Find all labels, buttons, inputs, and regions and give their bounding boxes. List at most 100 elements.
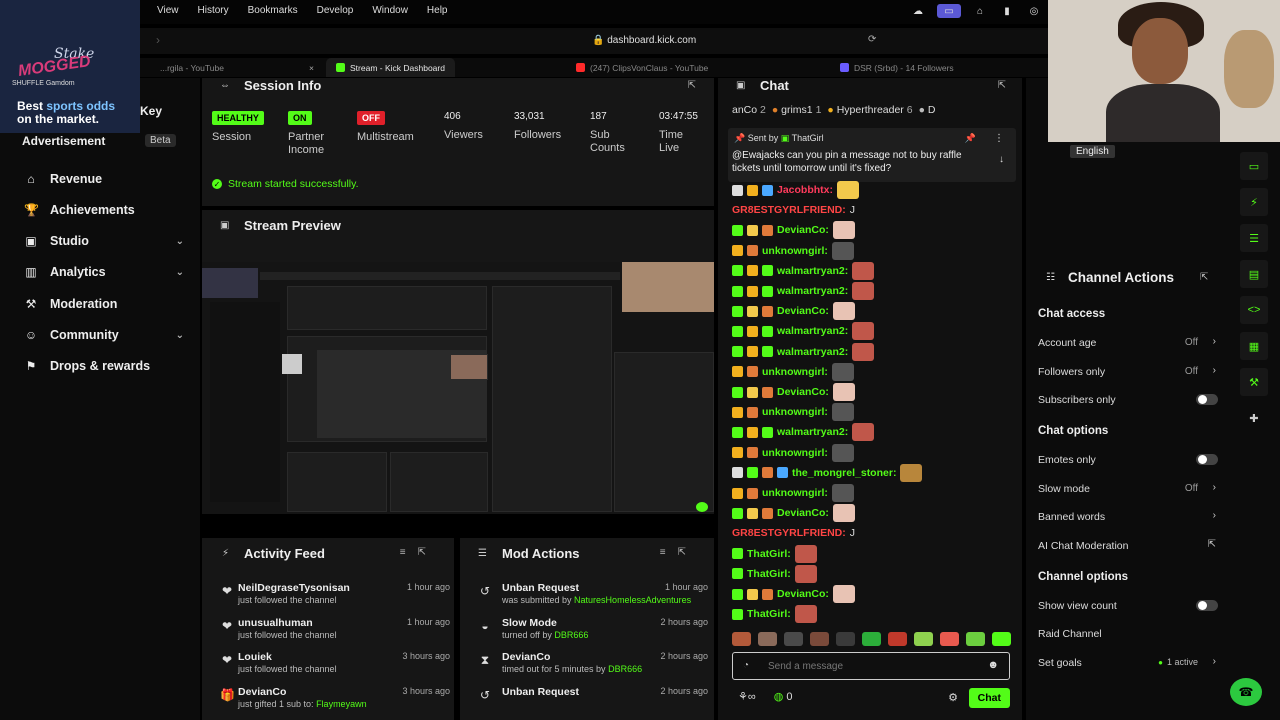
chat-username[interactable]: unknowngirl: xyxy=(762,447,828,459)
top-chatter[interactable]: ● Hyperthreader 6 xyxy=(827,104,912,116)
chat-username[interactable]: DevianCo: xyxy=(777,386,829,398)
pin-icon[interactable]: 📌 xyxy=(965,133,976,144)
sidebar-item-studio[interactable]: ▣ Studio ⌄ xyxy=(24,234,184,248)
chat-message[interactable]: GR8ESTGYRLFRIEND: J xyxy=(732,202,855,218)
activity-user[interactable]: unusualhuman xyxy=(238,617,313,629)
channel-action-banned-words[interactable]: Banned words › xyxy=(1038,510,1220,523)
chat-message[interactable]: unknowngirl: xyxy=(732,443,854,462)
chat-message[interactable]: ThatGirl: xyxy=(732,544,817,563)
chat-message[interactable]: walmartryan2: xyxy=(732,282,875,300)
sidebar-item-achievements[interactable]: 🏆 Achievements xyxy=(24,203,184,217)
chat-username[interactable]: walmartryan2: xyxy=(777,285,848,297)
rail-wrench-icon[interactable]: ⚒ xyxy=(1240,368,1268,396)
expand-icon[interactable]: ⇱ xyxy=(998,80,1006,91)
channel-action-set-goals[interactable]: Set goals › 1 active xyxy=(1038,656,1220,669)
activity-target[interactable]: Flaymeyawn xyxy=(316,699,367,709)
reload-icon[interactable]: ⟳ xyxy=(868,34,876,45)
external-link-icon[interactable]: ⇱ xyxy=(1208,539,1216,550)
channel-action-subscribers-only[interactable]: Subscribers only xyxy=(1038,394,1220,406)
channel-action-followers-only[interactable]: Followers only Off › xyxy=(1038,365,1220,378)
emote-6[interactable] xyxy=(862,632,881,646)
chat-message[interactable]: DevianCo: xyxy=(732,504,855,523)
emote-11[interactable] xyxy=(992,632,1011,646)
stream-preview-video[interactable] xyxy=(202,262,714,514)
expand-icon[interactable]: ⇱ xyxy=(1200,272,1208,283)
chat-message[interactable]: walmartryan2: xyxy=(732,342,875,361)
expand-icon[interactable]: ⇱ xyxy=(688,80,696,91)
sidebar-item-revenue[interactable]: ⌂ Revenue xyxy=(24,172,184,186)
forward-icon[interactable]: › xyxy=(156,33,160,47)
tab-youtube-1[interactable]: ...rgila - YouTube × xyxy=(160,58,314,77)
rail-chat-icon[interactable]: ▤ xyxy=(1240,260,1268,288)
chat-username[interactable]: ThatGirl: xyxy=(747,608,791,620)
chat-message[interactable]: unknowngirl: xyxy=(732,403,854,422)
chat-username[interactable]: walmartryan2: xyxy=(777,346,848,358)
channel-action-ai-chat-moderation[interactable]: AI Chat Moderation ⇱ xyxy=(1038,539,1220,552)
menu-develop[interactable]: Develop xyxy=(317,5,354,16)
url-text[interactable]: 🔒 dashboard.kick.com xyxy=(592,35,696,46)
mod-action-name[interactable]: DevianCo xyxy=(502,651,550,663)
users-icon[interactable]: ⚘∞ xyxy=(738,690,756,703)
channel-action-show-view-count[interactable]: Show view count xyxy=(1038,600,1220,612)
help-fab[interactable]: ☎ xyxy=(1230,678,1262,706)
tab-dsr[interactable]: DSR (Srbd) - 14 Followers xyxy=(840,58,954,77)
chat-username[interactable]: DevianCo: xyxy=(777,507,829,519)
chat-message[interactable]: DevianCo: xyxy=(732,585,855,603)
collapse-icon[interactable]: ↓ xyxy=(999,154,1004,165)
menu-history[interactable]: History xyxy=(198,5,229,16)
send-chat-button[interactable]: Chat xyxy=(968,688,1010,708)
chat-username[interactable]: unknowngirl: xyxy=(762,487,828,499)
more-icon[interactable]: ⋮ xyxy=(994,133,1004,144)
menu-help[interactable]: Help xyxy=(427,5,448,16)
chat-username[interactable]: ThatGirl: xyxy=(747,568,791,580)
emote-2[interactable] xyxy=(758,632,777,646)
chat-username[interactable]: walmartryan2: xyxy=(777,325,848,337)
emote-5[interactable] xyxy=(836,632,855,646)
menu-view[interactable]: View xyxy=(157,5,179,16)
top-chatter[interactable]: anCo 2 xyxy=(732,104,766,116)
rail-stream-icon[interactable]: ▭ xyxy=(1240,152,1268,180)
mod-action-target[interactable]: DBR666 xyxy=(554,630,588,640)
chat-username[interactable]: unknowngirl: xyxy=(762,245,828,257)
toggle-switch[interactable] xyxy=(1196,600,1218,611)
sidebar-item-analytics[interactable]: ▥ Analytics ⌄ xyxy=(24,265,184,279)
mod-tools[interactable]: ≡⇱ xyxy=(660,547,698,558)
chat-message[interactable]: GR8ESTGYRLFRIEND: J xyxy=(732,525,855,541)
chat-username[interactable]: the_mongrel_stoner: xyxy=(792,467,896,479)
mod-action-name[interactable]: Unban Request xyxy=(502,686,579,698)
rail-layout-icon[interactable]: ▦ xyxy=(1240,332,1268,360)
chat-message[interactable]: DevianCo: xyxy=(732,302,855,321)
top-chatter[interactable]: ● D xyxy=(919,104,936,116)
chat-username[interactable]: ThatGirl: xyxy=(747,548,791,560)
chat-message[interactable]: Jacobbhtx: xyxy=(732,181,860,199)
menu-window[interactable]: Window xyxy=(372,5,408,16)
close-icon[interactable]: × xyxy=(309,63,314,73)
channel-action-account-age[interactable]: Account age Off › xyxy=(1038,336,1220,349)
emote-4[interactable] xyxy=(810,632,829,646)
top-chatter[interactable]: ● grims1 1 xyxy=(772,104,822,116)
chat-message[interactable]: unknowngirl: xyxy=(732,484,854,502)
toggle-switch[interactable] xyxy=(1196,394,1218,405)
sidebar-item-stream-key[interactable]: Key xyxy=(140,104,162,118)
chat-message[interactable]: walmartryan2: xyxy=(732,423,875,442)
sidebar-item-drops-rewards[interactable]: ⚑ Drops & rewards xyxy=(24,359,184,373)
activity-user[interactable]: Louiek xyxy=(238,651,272,663)
emote-7[interactable] xyxy=(888,632,907,646)
chat-username[interactable]: Jacobbhtx: xyxy=(777,184,833,196)
chat-username[interactable]: unknowngirl: xyxy=(762,406,828,418)
robot-icon[interactable]: ⌂ xyxy=(972,4,988,18)
chat-message[interactable]: the_mongrel_stoner: xyxy=(732,463,923,482)
activity-user[interactable]: NeilDegraseTysonisan xyxy=(238,582,350,594)
cloud-icon[interactable]: ☁ xyxy=(910,4,926,18)
emote-1[interactable] xyxy=(732,632,751,646)
chat-message[interactable]: unknowngirl: xyxy=(732,362,854,381)
chat-message[interactable]: DevianCo: xyxy=(732,383,855,401)
battery-icon[interactable]: ▮ xyxy=(999,4,1015,18)
chat-username[interactable]: GR8ESTGYRLFRIEND: xyxy=(732,204,846,216)
mod-action-name[interactable]: Unban Request xyxy=(502,582,579,594)
chat-message[interactable]: DevianCo: xyxy=(732,221,855,240)
channel-action-raid-channel[interactable]: Raid Channel xyxy=(1038,628,1220,640)
activity-user[interactable]: DevianCo xyxy=(238,686,286,698)
chat-message[interactable]: ThatGirl: xyxy=(732,564,817,583)
emoji-icon[interactable]: ☻ xyxy=(987,659,999,671)
